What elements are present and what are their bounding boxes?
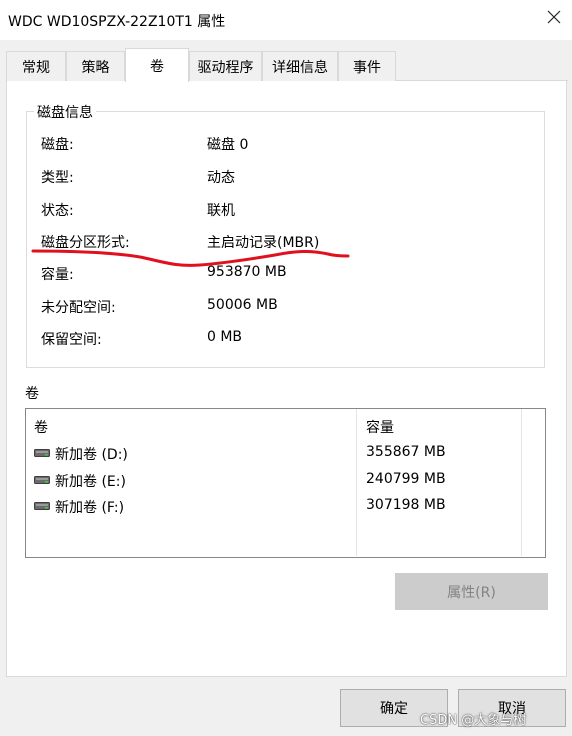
column-separator[interactable] (356, 409, 357, 556)
disk-info-title: 磁盘信息 (34, 102, 96, 122)
red-underline-annotation (31, 249, 350, 267)
tab-label: 常规 (22, 59, 50, 76)
tab-label: 策略 (81, 59, 110, 76)
tab-general[interactable]: 常规 (6, 51, 66, 81)
reserved-value: 0 MB (207, 329, 243, 345)
status-label: 状态: (41, 203, 74, 219)
tab-driver[interactable]: 驱动程序 (189, 51, 262, 81)
status-value: 联机 (207, 203, 235, 219)
tab-events[interactable]: 事件 (338, 51, 396, 81)
close-icon (547, 10, 561, 28)
volume-capacity-e: 240799 MB (366, 471, 446, 487)
volume-name-f[interactable]: 新加卷 (F:) (55, 497, 124, 517)
disk-label: 磁盘: (41, 137, 74, 153)
tab-label: 事件 (353, 59, 381, 76)
window-title: WDC WD10SPZX-22Z10T1 属性 (8, 14, 226, 30)
drive-icon (34, 474, 50, 486)
tab-policies[interactable]: 策略 (66, 51, 125, 81)
properties-button[interactable]: 属性(R) (395, 573, 548, 610)
close-button[interactable] (540, 4, 568, 34)
column-header-capacity[interactable]: 容量 (366, 417, 394, 437)
unallocated-value: 50006 MB (207, 297, 278, 313)
disk-value: 磁盘 0 (207, 137, 249, 153)
watermark-text: CSDN @大象与树 (420, 713, 527, 728)
tab-label: 驱动程序 (197, 59, 254, 76)
column-separator[interactable] (521, 409, 522, 556)
unallocated-label: 未分配空间: (41, 300, 116, 316)
tab-volumes[interactable]: 卷 (125, 48, 189, 82)
tab-label: 详细信息 (272, 59, 328, 76)
volume-capacity-f: 307198 MB (366, 497, 446, 513)
reserved-label: 保留空间: (41, 332, 102, 348)
drive-icon (34, 500, 50, 512)
type-label: 类型: (41, 170, 74, 186)
volume-capacity-d: 355867 MB (366, 444, 446, 460)
volume-name-d[interactable]: 新加卷 (D:) (55, 444, 128, 464)
column-header-volume[interactable]: 卷 (34, 417, 48, 437)
drive-icon (34, 447, 50, 459)
tab-details[interactable]: 详细信息 (262, 51, 338, 81)
tab-label: 卷 (150, 58, 164, 75)
type-value: 动态 (207, 170, 235, 186)
volume-name-e[interactable]: 新加卷 (E:) (55, 471, 126, 491)
volumes-heading: 卷 (25, 386, 39, 402)
